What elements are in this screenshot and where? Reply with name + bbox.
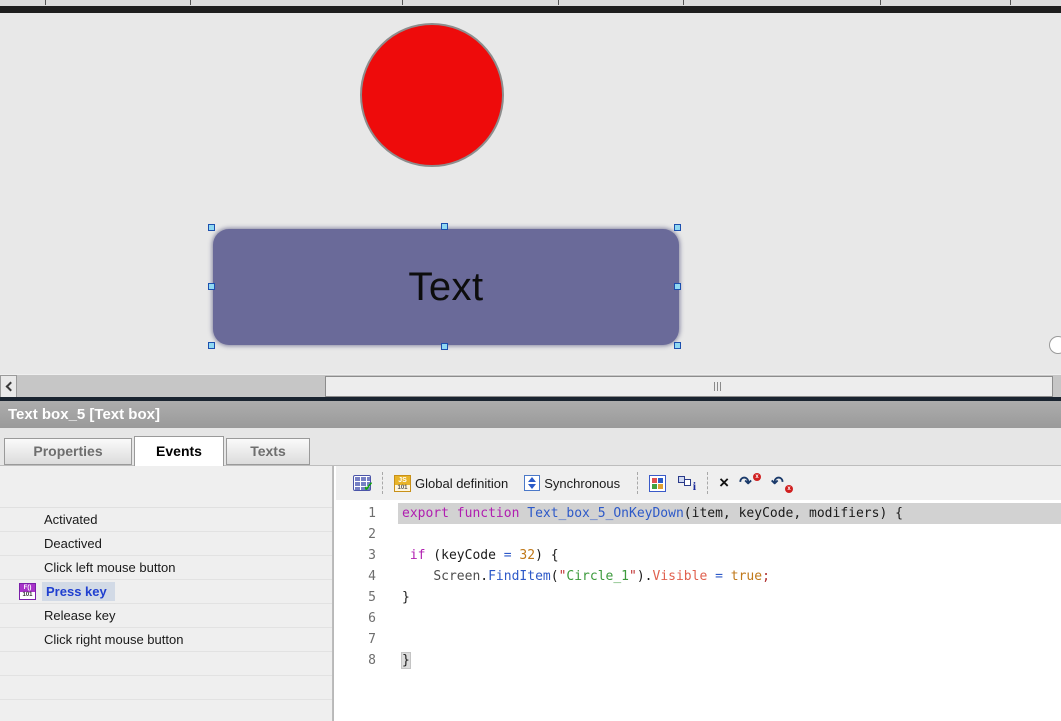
js-global-definition-icon: JS101 <box>394 475 411 492</box>
delete-button[interactable]: × <box>717 470 731 496</box>
next-syntax-error-button[interactable]: ↷x <box>737 470 763 496</box>
code-line-5: 5} <box>336 587 1061 608</box>
code-line-4: 4 Screen.FindItem("Circle_1").Visible = … <box>336 566 1061 587</box>
next-syntax-error-icon: ↷x <box>739 474 761 492</box>
line-text[interactable]: if (keyCode = 32) { <box>398 545 1061 566</box>
event-function-icon: F()101 <box>19 583 36 600</box>
scrollbar-thumb[interactable] <box>325 376 1053 397</box>
circle-object[interactable] <box>360 23 504 167</box>
line-text[interactable] <box>398 524 1061 545</box>
previous-syntax-error-icon: ↶x <box>771 474 793 492</box>
event-row-click-right-mouse-button[interactable]: Click right mouse button <box>0 628 332 652</box>
synchronous-button[interactable]: Synchronous <box>522 470 628 496</box>
line-number: 3 <box>336 545 398 566</box>
system-function-info-icon: i <box>676 475 696 492</box>
selection-handle[interactable] <box>441 343 448 350</box>
tab-properties[interactable]: Properties <box>4 438 132 465</box>
line-number: 4 <box>336 566 398 587</box>
line-number: 6 <box>336 608 398 629</box>
selection-handle[interactable] <box>674 342 681 349</box>
event-label: Click right mouse button <box>44 632 183 647</box>
check-syntax-icon: ✓ <box>353 475 371 491</box>
code-line-1: 1export function Text_box_5_OnKeyDown(it… <box>336 503 1061 524</box>
code-lines: 1export function Text_box_5_OnKeyDown(it… <box>336 500 1061 671</box>
event-row-release-key[interactable]: Release key <box>0 604 332 628</box>
event-list: Activated Deactived Click left mouse butto… <box>0 507 332 721</box>
toolbar-separator <box>637 472 638 494</box>
tab-events[interactable]: Events <box>134 436 224 466</box>
horizontal-scrollbar[interactable] <box>0 374 1061 397</box>
system-function-info-button[interactable]: i <box>674 470 698 496</box>
global-definition-button[interactable]: JS101 Global definition <box>392 470 516 496</box>
previous-syntax-error-button[interactable]: ↶x <box>769 470 795 496</box>
selection-handle[interactable] <box>208 283 215 290</box>
scroll-left-button[interactable] <box>0 375 17 398</box>
line-number: 2 <box>336 524 398 545</box>
line-number: 7 <box>336 629 398 650</box>
event-row-click-left-mouse-button[interactable]: Click left mouse button <box>0 556 332 580</box>
inspector-title: Text box_5 [Text box] <box>0 401 1061 428</box>
event-label: Deactived <box>44 536 102 551</box>
line-text[interactable] <box>398 629 1061 650</box>
event-panel: Activated Deactived Click left mouse butto… <box>0 466 333 721</box>
code-line-7: 7 <box>336 629 1061 650</box>
tab-texts[interactable]: Texts <box>226 438 310 465</box>
event-label: Activated <box>44 512 97 527</box>
selection-handle[interactable] <box>674 224 681 231</box>
global-definition-label: Global definition <box>415 476 508 491</box>
textbox-object[interactable]: Text <box>213 229 679 345</box>
event-row-press-key[interactable]: F()101 Press key <box>0 580 332 604</box>
synchronous-label: Synchronous <box>544 476 620 491</box>
insert-snippet-grid-icon <box>649 475 666 492</box>
line-text[interactable]: } <box>398 650 1061 671</box>
toolbar-separator <box>707 472 708 494</box>
chevron-left-icon <box>5 382 15 392</box>
textbox-label: Text <box>408 265 483 310</box>
screen-editor-window: Text Text box_5 [Text box] Properties Ev… <box>0 0 1061 721</box>
selection-handle[interactable] <box>208 224 215 231</box>
code-line-8: 8} <box>336 650 1061 671</box>
code-line-2: 2 <box>336 524 1061 545</box>
script-toolbar: ✓ JS101 Global definition Synchronous i … <box>336 466 1061 500</box>
canvas-top-border <box>0 6 1061 13</box>
event-label: Click left mouse button <box>44 560 176 575</box>
event-row-deactived[interactable]: Deactived <box>0 532 332 556</box>
line-text[interactable] <box>398 608 1061 629</box>
code-editor[interactable]: 1export function Text_box_5_OnKeyDown(it… <box>336 500 1061 721</box>
empty-event-row <box>0 652 332 676</box>
scrollbar-grip-icon <box>714 382 721 391</box>
event-row-activated[interactable]: Activated <box>0 508 332 532</box>
pan-knob[interactable] <box>1049 336 1061 354</box>
event-label: Press key <box>42 582 115 601</box>
selection-handle[interactable] <box>674 283 681 290</box>
empty-event-row <box>0 700 332 721</box>
empty-event-row <box>0 676 332 700</box>
toolbar-separator <box>382 472 383 494</box>
selection-handle[interactable] <box>208 342 215 349</box>
line-number: 8 <box>336 650 398 671</box>
code-line-3: 3 if (keyCode = 32) { <box>336 545 1061 566</box>
selection-handle[interactable] <box>441 223 448 230</box>
event-label: Release key <box>44 608 116 623</box>
delete-icon: × <box>719 475 729 491</box>
panel-separator <box>333 466 334 721</box>
line-number: 1 <box>336 503 398 524</box>
events-pane: Activated Deactived Click left mouse butto… <box>0 466 1061 721</box>
inspector-tabstrip: Properties Events Texts <box>0 428 1061 466</box>
insert-snippet-button[interactable] <box>647 470 668 496</box>
line-text[interactable]: } <box>398 587 1061 608</box>
line-text[interactable]: Screen.FindItem("Circle_1").Visible = tr… <box>398 566 1061 587</box>
line-number: 5 <box>336 587 398 608</box>
code-line-6: 6 <box>336 608 1061 629</box>
check-syntax-button[interactable]: ✓ <box>351 470 373 496</box>
screen-canvas[interactable]: Text <box>0 13 1061 374</box>
sync-mode-icon <box>524 475 540 491</box>
line-text[interactable]: export function Text_box_5_OnKeyDown(ite… <box>398 503 1061 524</box>
